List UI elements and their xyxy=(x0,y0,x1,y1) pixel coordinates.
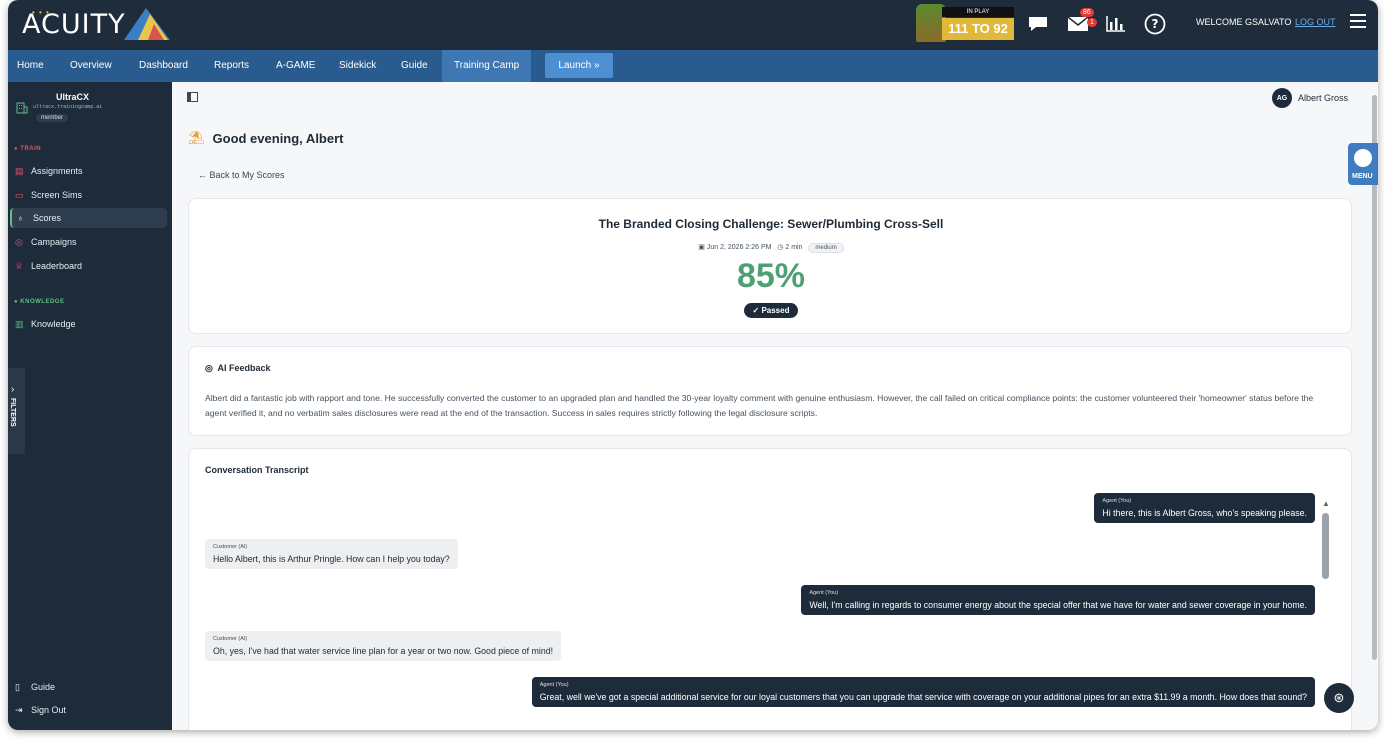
top-header: • • • ACUITY IN PLAY 111 TO 92 86 1 ? WE… xyxy=(8,0,1378,50)
chevron-right-icon: › xyxy=(11,384,15,395)
sign-out-icon: ⇥ xyxy=(15,704,23,715)
mail-sub-badge: 1 xyxy=(1087,18,1097,27)
status-badge: ✓ Passed xyxy=(744,303,798,318)
help-icon[interactable]: ? xyxy=(1143,12,1167,36)
transcript-card: Conversation Transcript Agent (You) Hi t… xyxy=(188,448,1352,730)
score-percent: 85% xyxy=(736,257,806,295)
app-window: • • • ACUITY IN PLAY 111 TO 92 86 1 ? WE… xyxy=(8,0,1378,730)
message-bubble: Agent (You) Great, well we've got a spec… xyxy=(531,677,1315,707)
sidebar-item-assignments[interactable]: ▤ Assignments xyxy=(10,161,167,181)
sidebar-toggle-icon[interactable] xyxy=(187,92,198,105)
acuity-logo[interactable]: • • • ACUITY xyxy=(22,4,174,44)
back-link[interactable]: ← Back to My Scores xyxy=(198,170,285,180)
target-icon: ◎ xyxy=(205,363,213,373)
filters-tab[interactable]: › FILTERS xyxy=(8,368,25,454)
main-nav: Home Overview Dashboard Reports A-GAME S… xyxy=(8,50,1378,82)
scroll-up-icon[interactable]: ▲ xyxy=(1322,499,1330,508)
org-url: ultracx.trainingcamp.ai xyxy=(33,104,103,110)
transcript-heading: Conversation Transcript xyxy=(205,465,309,475)
screen-icon: ▭ xyxy=(15,189,24,200)
target-icon: ◎ xyxy=(15,236,23,247)
sidebar-item-guide[interactable]: ▯ Guide xyxy=(10,677,167,697)
feedback-text: Albert did a fantastic job with rapport … xyxy=(205,393,1314,418)
avatar: AG xyxy=(1272,88,1292,108)
nav-home[interactable]: Home xyxy=(17,50,44,82)
page-title: Good evening, Albert xyxy=(212,130,344,146)
sidebar: UltraCX ultracx.trainingcamp.ai member ●… xyxy=(8,82,172,730)
calendar-icon: ▣ xyxy=(698,244,705,251)
difficulty-badge: medium xyxy=(808,243,844,253)
book-open-icon: ▯ xyxy=(15,681,20,692)
book-icon: ▥ xyxy=(15,318,24,329)
sidebar-item-screen-sims[interactable]: ▭ Screen Sims xyxy=(10,185,167,205)
chat-icon[interactable] xyxy=(1026,12,1050,36)
message-bubble: Customer (AI) Hello Albert, this is Arth… xyxy=(205,539,458,569)
trophy-icon: ♕ xyxy=(15,260,24,271)
score-card: The Branded Closing Challenge: Sewer/Plu… xyxy=(188,198,1352,334)
greeting: ⛱ Good evening, Albert xyxy=(188,130,344,146)
nav-sidekick[interactable]: Sidekick xyxy=(339,50,376,82)
feedback-heading: ◎ AI Feedback xyxy=(205,363,271,373)
sidebar-item-knowledge[interactable]: ▥ Knowledge xyxy=(10,314,167,334)
launch-button[interactable]: Launch » xyxy=(545,53,613,78)
feedback-card: ◎ AI Feedback Albert did a fantastic job… xyxy=(188,346,1352,436)
knowledge-section-label: ● KNOWLEDGE xyxy=(14,299,65,305)
logo-fan-icon xyxy=(123,8,170,40)
svg-text:?: ? xyxy=(1152,17,1159,31)
train-section-label: ● TRAIN xyxy=(14,146,42,152)
support-button[interactable]: ⊛ xyxy=(1324,683,1354,713)
lifebuoy-icon: ⊛ xyxy=(1333,690,1345,705)
user-chip[interactable]: AG Albert Gross xyxy=(1272,88,1348,108)
org-role-badge: member xyxy=(36,114,69,122)
message-bubble: Customer (AI) Oh, yes, I've had that wat… xyxy=(205,631,562,661)
nav-guide[interactable]: Guide xyxy=(401,50,428,82)
award-icon: ♁ xyxy=(17,213,24,223)
sidebar-item-scores[interactable]: ♁ Scores xyxy=(10,208,167,228)
sidebar-item-sign-out[interactable]: ⇥ Sign Out xyxy=(10,700,167,720)
mail-icon[interactable]: 86 1 xyxy=(1066,8,1097,36)
menu-icon[interactable] xyxy=(1350,14,1366,28)
sidebar-item-campaigns[interactable]: ◎ Campaigns xyxy=(10,232,167,252)
building-icon xyxy=(16,102,28,117)
main-content: AG Albert Gross ⛱ Good evening, Albert ←… xyxy=(172,82,1378,730)
score-title: The Branded Closing Challenge: Sewer/Plu… xyxy=(598,217,944,231)
nav-a-game[interactable]: A-GAME xyxy=(276,50,315,82)
clipboard-icon: ▤ xyxy=(15,165,24,176)
nav-dashboard[interactable]: Dashboard xyxy=(139,50,188,82)
logout-link[interactable]: LOG OUT xyxy=(1295,17,1336,27)
bar-chart-icon[interactable] xyxy=(1104,12,1128,36)
sunset-icon: ⛱ xyxy=(188,130,205,145)
nav-reports[interactable]: Reports xyxy=(214,50,249,82)
in-play-widget[interactable]: IN PLAY 111 TO 92 xyxy=(916,4,1014,42)
nav-training-camp[interactable]: Training Camp xyxy=(442,50,532,82)
clock-icon: ◷ xyxy=(777,244,784,251)
mail-count-badge: 86 xyxy=(1080,8,1094,17)
user-name: Albert Gross xyxy=(1298,93,1349,103)
message-bubble: Agent (You) Well, I'm calling in regards… xyxy=(801,585,1315,615)
welcome-text: WELCOME GSALVATO xyxy=(1196,17,1292,27)
org-name: UltraCX xyxy=(56,92,90,102)
game-icon xyxy=(1354,149,1372,167)
sidebar-item-leaderboard[interactable]: ♕ Leaderboard xyxy=(10,256,167,276)
score-meta: ▣ Jun 2, 2026 2:26 PM ◷ 2 min medium xyxy=(189,243,1353,253)
nav-overview[interactable]: Overview xyxy=(70,50,112,82)
message-bubble: Agent (You) Hi there, this is Albert Gro… xyxy=(1094,493,1315,523)
game-menu-button[interactable]: MENU xyxy=(1348,143,1378,185)
